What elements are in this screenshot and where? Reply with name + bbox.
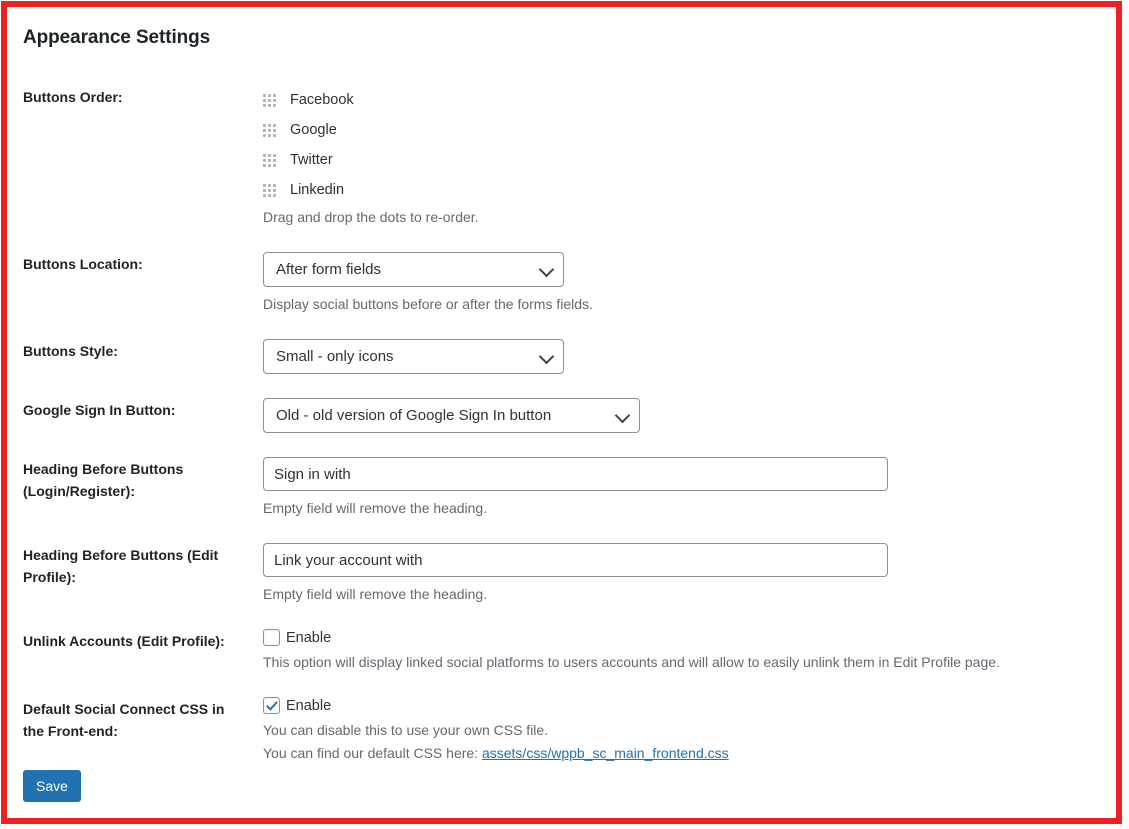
drag-handle-icon[interactable]	[263, 154, 276, 167]
row-heading-login-register: Heading Before Buttons (Login/Register):…	[13, 445, 1110, 531]
list-item[interactable]: Linkedin	[263, 175, 1100, 205]
row-heading-edit-profile: Heading Before Buttons (Edit Profile): E…	[13, 531, 1110, 617]
unlink-accounts-check-row: Enable	[263, 629, 1100, 646]
label-heading-login-register: Heading Before Buttons (Login/Register):	[13, 445, 259, 531]
heading-login-register-description: Empty field will remove the heading.	[263, 498, 1100, 519]
cell-heading-edit-profile: Empty field will remove the heading.	[259, 531, 1110, 617]
heading-edit-profile-input[interactable]	[263, 543, 888, 577]
default-css-link[interactable]: assets/css/wppb_sc_main_frontend.css	[482, 745, 729, 761]
default-css-check-row: Enable	[263, 697, 1100, 714]
label-buttons-location: Buttons Location:	[13, 240, 259, 327]
list-item-label: Google	[290, 122, 337, 138]
buttons-order-list[interactable]: Facebook Google Twitter	[263, 85, 1100, 205]
page-title: Appearance Settings	[13, 13, 1110, 49]
label-default-css: Default Social Connect CSS in the Front-…	[13, 685, 259, 776]
settings-form-table: Buttons Order: Facebook Google	[13, 73, 1110, 776]
drag-handle-icon[interactable]	[263, 184, 276, 197]
unlink-accounts-description: This option will display linked social p…	[263, 652, 1100, 673]
label-buttons-order: Buttons Order:	[13, 73, 259, 240]
row-buttons-location: Buttons Location: After form fields Disp…	[13, 240, 1110, 327]
label-heading-edit-profile: Heading Before Buttons (Edit Profile):	[13, 531, 259, 617]
list-item-label: Twitter	[290, 152, 333, 168]
cell-buttons-style: Small - only icons	[259, 327, 1110, 386]
list-item[interactable]: Facebook	[263, 85, 1100, 115]
label-unlink-accounts: Unlink Accounts (Edit Profile):	[13, 617, 259, 685]
default-css-description-line2: You can find our default CSS here: asset…	[263, 743, 1100, 764]
label-google-sign-in-button: Google Sign In Button:	[13, 386, 259, 445]
default-css-checkbox[interactable]	[263, 697, 280, 714]
buttons-style-select-wrap: Small - only icons	[263, 339, 564, 374]
buttons-location-select-wrap: After form fields	[263, 252, 564, 287]
drag-handle-icon[interactable]	[263, 94, 276, 107]
buttons-style-select[interactable]: Small - only icons	[263, 339, 564, 374]
list-item-label: Linkedin	[290, 182, 344, 198]
google-sign-in-select-wrap: Old - old version of Google Sign In butt…	[263, 398, 640, 433]
default-css-description-line1: You can disable this to use your own CSS…	[263, 720, 1100, 741]
drag-handle-icon[interactable]	[263, 124, 276, 137]
unlink-accounts-checkbox[interactable]	[263, 629, 280, 646]
cell-google-sign-in-button: Old - old version of Google Sign In butt…	[259, 386, 1110, 445]
cell-default-css: Enable You can disable this to use your …	[259, 685, 1110, 776]
cell-unlink-accounts: Enable This option will display linked s…	[259, 617, 1110, 685]
cell-heading-login-register: Empty field will remove the heading.	[259, 445, 1110, 531]
buttons-order-description: Drag and drop the dots to re-order.	[263, 207, 1100, 228]
buttons-location-select[interactable]: After form fields	[263, 252, 564, 287]
label-buttons-style: Buttons Style:	[13, 327, 259, 386]
list-item-label: Facebook	[290, 92, 354, 108]
heading-edit-profile-description: Empty field will remove the heading.	[263, 584, 1100, 605]
list-item[interactable]: Google	[263, 115, 1100, 145]
appearance-settings-panel: Appearance Settings Buttons Order: Faceb…	[13, 13, 1110, 812]
row-buttons-order: Buttons Order: Facebook Google	[13, 73, 1110, 240]
default-css-description-prefix: You can find our default CSS here:	[263, 745, 482, 761]
save-button-wrap: Save	[23, 770, 81, 802]
row-unlink-accounts: Unlink Accounts (Edit Profile): Enable T…	[13, 617, 1110, 685]
buttons-location-description: Display social buttons before or after t…	[263, 294, 1100, 315]
unlink-accounts-checkbox-label[interactable]: Enable	[286, 630, 331, 646]
row-default-css: Default Social Connect CSS in the Front-…	[13, 685, 1110, 776]
row-google-sign-in-button: Google Sign In Button: Old - old version…	[13, 386, 1110, 445]
highlight-frame: Appearance Settings Buttons Order: Faceb…	[1, 1, 1122, 824]
row-buttons-style: Buttons Style: Small - only icons	[13, 327, 1110, 386]
save-button[interactable]: Save	[23, 770, 81, 802]
cell-buttons-order: Facebook Google Twitter	[259, 73, 1110, 240]
cell-buttons-location: After form fields Display social buttons…	[259, 240, 1110, 327]
google-sign-in-select[interactable]: Old - old version of Google Sign In butt…	[263, 398, 640, 433]
default-css-checkbox-label[interactable]: Enable	[286, 698, 331, 714]
heading-login-register-input[interactable]	[263, 457, 888, 491]
list-item[interactable]: Twitter	[263, 145, 1100, 175]
